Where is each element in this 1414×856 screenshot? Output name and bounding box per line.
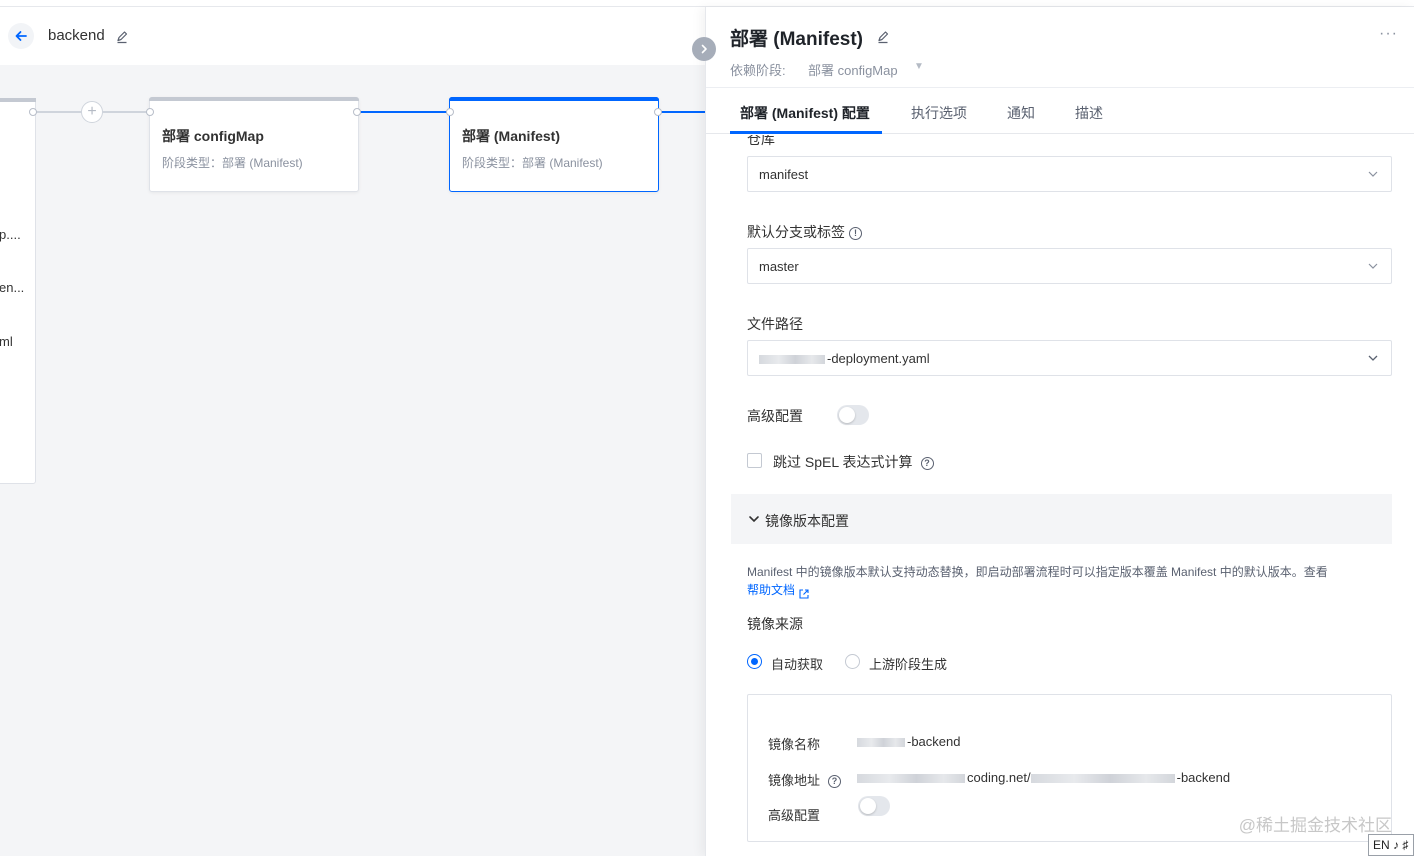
stage-type: 阶段类型：部署 (Manifest)	[462, 156, 603, 170]
stage-title: 部署 configMap	[162, 128, 264, 144]
top-bar	[0, 0, 1414, 7]
image-advanced-toggle[interactable]	[858, 796, 890, 816]
advanced-config-label: 高级配置	[747, 408, 803, 424]
back-button[interactable]	[8, 23, 34, 49]
prev-card-text-2: en...	[0, 280, 25, 295]
panel-tabs: 部署 (Manifest) 配置 执行选项 通知 描述	[706, 87, 1414, 134]
path-select[interactable]: -deployment.yaml	[747, 340, 1392, 376]
arrow-left-icon	[15, 31, 27, 41]
dependency-select[interactable]: 部署 configMap	[808, 60, 898, 79]
image-address-label-text: 镜像地址	[768, 773, 821, 788]
tab-description[interactable]: 描述	[1075, 103, 1103, 123]
chevron-down-icon	[747, 512, 761, 526]
connector-dot[interactable]	[29, 108, 37, 116]
image-address-label: 镜像地址?	[768, 770, 842, 789]
image-source-label: 镜像来源	[747, 616, 803, 632]
pipeline-name: backend	[48, 27, 105, 44]
chevron-down-icon	[1367, 168, 1379, 180]
image-version-description: Manifest 中的镜像版本默认支持动态替换，即启动部署流程时可以指定版本覆盖…	[747, 563, 1347, 599]
external-link-icon[interactable]	[799, 586, 809, 599]
image-name-text: -backend	[907, 734, 961, 749]
connector-dot[interactable]	[446, 108, 454, 116]
image-version-section-title: 镜像版本配置	[765, 513, 849, 529]
stage-type: 阶段类型：部署 (Manifest)	[162, 156, 303, 170]
connector-dot[interactable]	[654, 108, 662, 116]
add-stage-button[interactable]: +	[81, 101, 103, 123]
previous-stage-card[interactable]: p.... en... ml	[0, 98, 36, 484]
skip-spel-checkbox[interactable]	[747, 453, 762, 468]
radio-auto-fetch[interactable]	[747, 654, 762, 669]
info-icon[interactable]: !	[849, 226, 862, 240]
branch-value: master	[759, 259, 799, 274]
image-address-mid: coding.net/	[967, 770, 1031, 785]
repo-select[interactable]: manifest	[747, 156, 1392, 192]
prev-card-text-3: ml	[0, 334, 13, 349]
redacted-text	[1030, 774, 1175, 784]
prev-card-text-1: p....	[0, 227, 21, 242]
image-name-label: 镜像名称	[768, 737, 821, 752]
path-value-text: -deployment.yaml	[827, 351, 930, 366]
edit-stage-name-icon[interactable]	[876, 30, 890, 44]
redacted-text	[857, 738, 905, 748]
stage-card-configmap[interactable]: 部署 configMap 阶段类型：部署 (Manifest)	[149, 97, 359, 192]
chevron-down-icon	[1367, 352, 1379, 364]
branch-select[interactable]: master	[747, 248, 1392, 284]
connector-dot[interactable]	[146, 108, 154, 116]
radio-auto-fetch-label[interactable]: 自动获取	[771, 654, 823, 673]
branch-label-text: 默认分支或标签	[747, 224, 845, 240]
edit-pipeline-name-icon[interactable]	[115, 30, 129, 44]
path-label: 文件路径	[747, 316, 803, 332]
stage-title: 部署 (Manifest)	[462, 128, 560, 144]
redacted-text	[857, 774, 965, 784]
description-text: Manifest 中的镜像版本默认支持动态替换，即启动部署流程时可以指定版本覆盖…	[747, 565, 1328, 579]
image-address-value: coding.net/ -backend	[857, 770, 1230, 785]
advanced-config-toggle[interactable]	[837, 405, 869, 425]
watermark: @稀土掘金技术社区	[1238, 816, 1392, 835]
tab-execution-options[interactable]: 执行选项	[911, 103, 967, 123]
tab-notifications[interactable]: 通知	[1007, 103, 1035, 123]
help-icon[interactable]: ?	[828, 775, 842, 789]
tab-active-indicator	[730, 131, 882, 134]
radio-upstream-stage-label[interactable]: 上游阶段生成	[869, 654, 947, 673]
skip-spel-label: 跳过 SpEL 表达式计算?	[773, 452, 934, 472]
repo-value: manifest	[759, 167, 809, 182]
image-address-end: -backend	[1176, 770, 1231, 785]
stage-config-panel: 部署 (Manifest) ··· 依赖阶段: 部署 configMap ▼ 部…	[705, 7, 1414, 856]
pipeline-canvas[interactable]: backend p.... en... ml + 部署 configMap 阶段…	[0, 7, 705, 856]
path-value: -deployment.yaml	[759, 351, 930, 366]
chevron-right-icon	[701, 44, 707, 54]
redacted-text	[759, 355, 825, 365]
connector-line-active	[658, 111, 705, 113]
image-version-section-header[interactable]: 镜像版本配置	[731, 494, 1392, 544]
tab-manifest-config[interactable]: 部署 (Manifest) 配置	[740, 103, 870, 123]
help-doc-link[interactable]: 帮助文档	[747, 583, 795, 597]
dependency-label: 依赖阶段:	[730, 63, 786, 78]
panel-title: 部署 (Manifest)	[730, 29, 864, 50]
image-name-value: -backend	[857, 734, 960, 749]
collapse-panel-button[interactable]	[692, 37, 716, 61]
ime-indicator[interactable]: EN ♪ ♯	[1368, 834, 1414, 856]
skip-spel-text: 跳过 SpEL 表达式计算	[773, 454, 913, 470]
stage-card-manifest[interactable]: 部署 (Manifest) 阶段类型：部署 (Manifest)	[449, 97, 659, 192]
more-options-icon[interactable]: ···	[1379, 25, 1398, 43]
help-icon[interactable]: ?	[920, 456, 934, 470]
chevron-down-icon	[1367, 260, 1379, 272]
connector-dot[interactable]	[353, 108, 361, 116]
radio-upstream-stage[interactable]	[845, 654, 860, 669]
caret-down-icon[interactable]: ▼	[914, 61, 924, 72]
connector-line-active	[358, 111, 450, 113]
image-advanced-label: 高级配置	[768, 808, 821, 823]
pipeline-header: backend	[0, 7, 705, 65]
branch-label: 默认分支或标签!	[747, 222, 862, 242]
